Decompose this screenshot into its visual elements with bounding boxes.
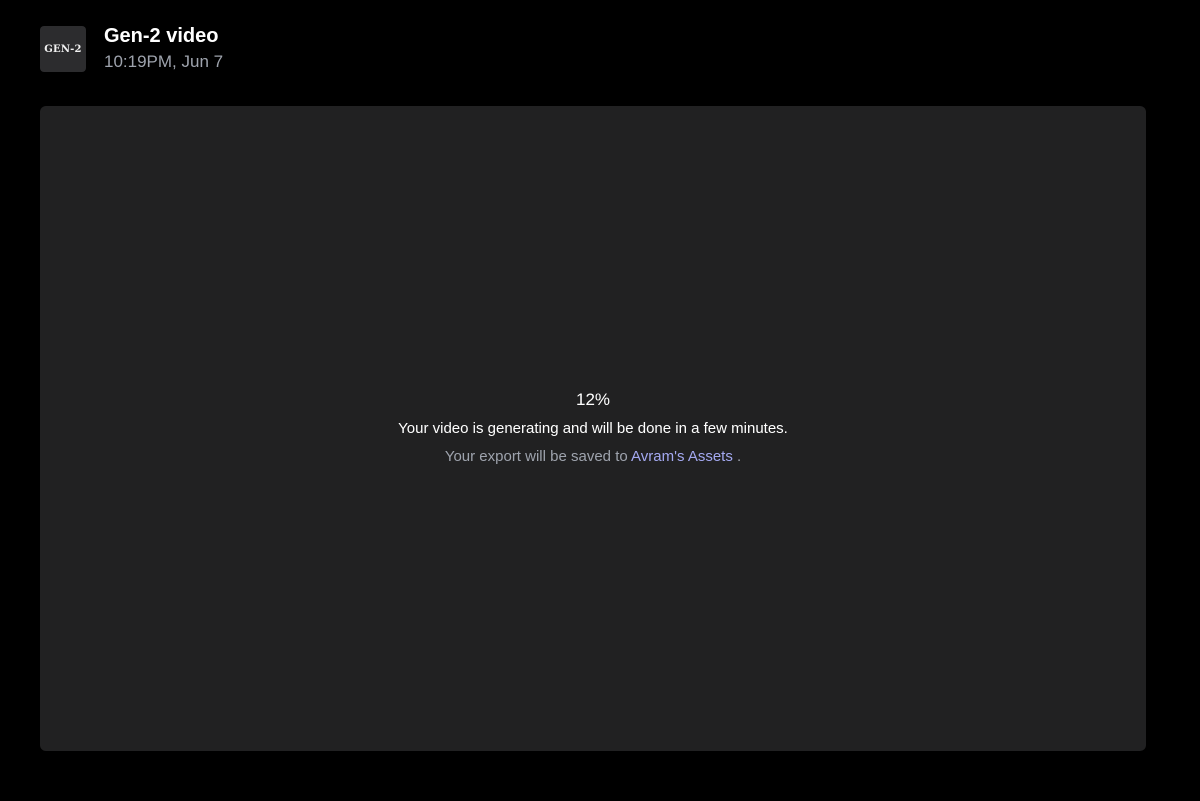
thumbnail-label: GEN-2	[44, 43, 82, 55]
export-suffix: .	[737, 448, 742, 465]
gen2-thumbnail: GEN-2	[40, 26, 86, 72]
generation-timestamp: 10:19PM, Jun 7	[104, 52, 224, 71]
generation-header: GEN-2 Gen-2 video 10:19PM, Jun 7	[40, 25, 224, 73]
generation-status: 12% Your video is generating and will be…	[40, 389, 1146, 467]
generation-message: Your video is generating and will be don…	[398, 420, 788, 437]
generation-page: GEN-2 Gen-2 video 10:19PM, Jun 7 12% You…	[0, 0, 1200, 801]
assets-link[interactable]: Avram's Assets	[631, 448, 733, 465]
progress-percent: 12%	[575, 390, 611, 409]
export-prefix: Your export will be saved to	[444, 448, 628, 465]
export-destination: Your export will be saved to Avram's Ass…	[40, 447, 1146, 467]
header-titles: Gen-2 video 10:19PM, Jun 7	[104, 25, 224, 73]
video-preview-panel: 12% Your video is generating and will be…	[40, 106, 1146, 751]
generation-title: Gen-2 video	[104, 25, 219, 47]
